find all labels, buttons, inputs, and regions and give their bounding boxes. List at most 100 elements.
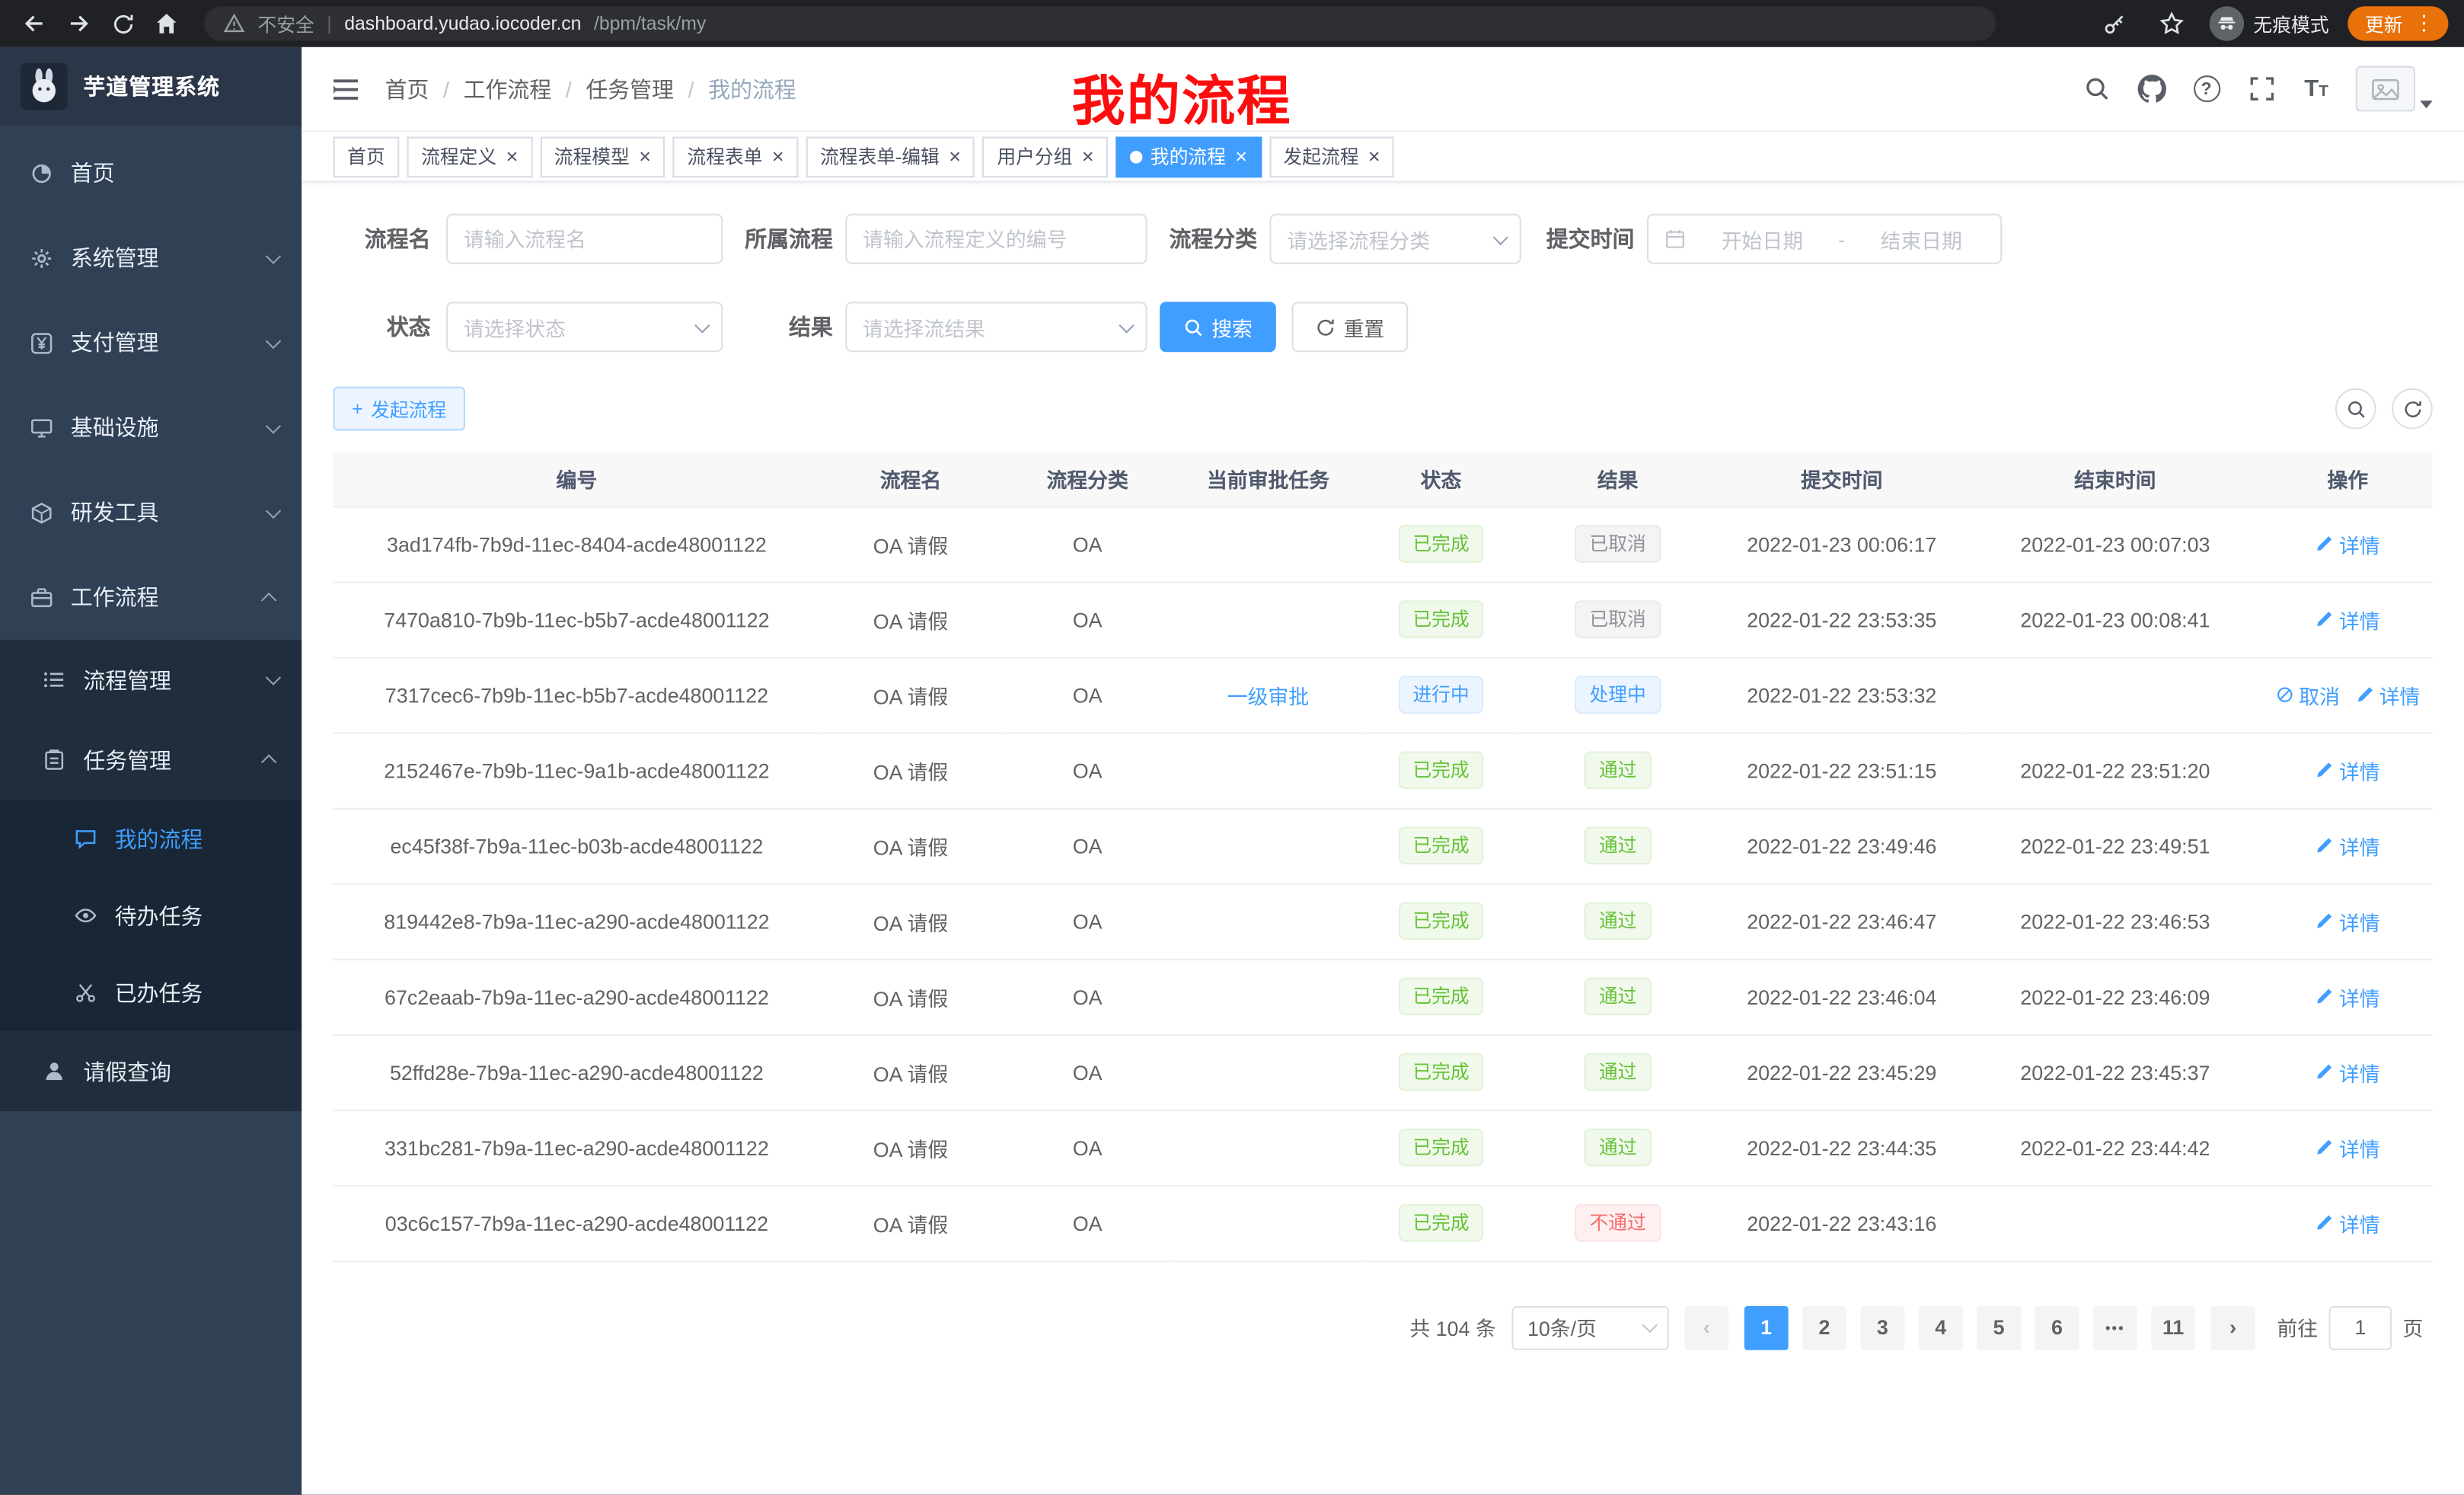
detail-link[interactable]: 详情 (2316, 1057, 2380, 1087)
page-button-6[interactable]: 6 (2035, 1305, 2079, 1350)
breadcrumb-item[interactable]: 首页 (385, 73, 429, 104)
bookmark-star-icon[interactable] (2153, 5, 2191, 43)
reset-button-label: 重置 (1344, 312, 1385, 342)
create-process-button[interactable]: + 发起流程 (334, 387, 465, 431)
tab-close-icon[interactable]: × (1368, 146, 1380, 167)
help-icon[interactable]: ? (2191, 73, 2222, 104)
edit-icon (2316, 987, 2335, 1006)
app-logo[interactable]: 芋道管理系统 (0, 47, 302, 126)
edit-icon (2356, 685, 2375, 704)
search-button[interactable]: 搜索 (1160, 302, 1276, 352)
breadcrumb-item[interactable]: 工作流程 (464, 73, 552, 104)
page-button-1[interactable]: 1 (1744, 1305, 1789, 1350)
result-tag: 通过 (1585, 1129, 1651, 1167)
tab-4[interactable]: 流程表单× (673, 136, 798, 177)
tab-close-icon[interactable]: × (1235, 146, 1247, 167)
detail-link[interactable]: 详情 (2316, 605, 2380, 634)
cancel-link[interactable]: 取消 (2275, 680, 2340, 710)
sidebar-item-my-process[interactable]: 我的流程 (0, 800, 302, 877)
process-name-cell: OA 请假 (820, 582, 1001, 657)
search-icon[interactable] (2080, 73, 2111, 104)
status-label: 状态 (340, 311, 431, 343)
font-size-icon[interactable]: TT (2300, 73, 2332, 104)
page-button-3[interactable]: 3 (1860, 1305, 1904, 1350)
page-more-button[interactable]: ••• (2093, 1305, 2137, 1350)
tab-3[interactable]: 流程模型× (540, 136, 665, 177)
password-key-icon[interactable] (2096, 5, 2134, 43)
page-size-value: 10条/页 (1527, 1312, 1597, 1342)
tab-close-icon[interactable]: × (772, 146, 784, 167)
detail-link[interactable]: 详情 (2316, 755, 2380, 785)
tab-close-icon[interactable]: × (639, 146, 651, 167)
process-name-input[interactable] (464, 227, 706, 251)
reload-icon[interactable] (104, 5, 142, 43)
page-button-11[interactable]: 11 (2151, 1305, 2195, 1350)
sidebar-item-infrastructure[interactable]: 基础设施 (0, 385, 302, 470)
fullscreen-icon[interactable] (2245, 73, 2277, 104)
sidebar-item-home[interactable]: 首页 (0, 130, 302, 215)
refresh-table-button[interactable] (2392, 388, 2433, 430)
tab-1[interactable]: 首页 (334, 136, 400, 177)
update-button[interactable]: 更新 ⋮ (2348, 6, 2448, 40)
result-select[interactable]: 请选择流结果 (845, 302, 1147, 352)
sidebar-item-devtools[interactable]: 研发工具 (0, 470, 302, 554)
goto-page-input[interactable] (2329, 1305, 2392, 1350)
hamburger-icon[interactable] (330, 73, 361, 104)
tab-7[interactable]: 我的流程× (1116, 136, 1261, 177)
process-id-cell: 3ad174fb-7b9d-11ec-8404-acde48001122 (334, 506, 821, 582)
tab-6[interactable]: 用户分组× (983, 136, 1108, 177)
sidebar-item-task-mgmt[interactable]: 任务管理 (0, 720, 302, 800)
sidebar-item-payment[interactable]: 支付管理 (0, 300, 302, 385)
forward-icon[interactable] (59, 5, 97, 43)
sidebar-item-system[interactable]: 系统管理 (0, 216, 302, 300)
back-icon[interactable] (16, 5, 54, 43)
reset-button[interactable]: 重置 (1291, 302, 1408, 352)
tab-close-icon[interactable]: × (1082, 146, 1094, 167)
avatar-image (2356, 66, 2415, 112)
category-select[interactable]: 请选择流程分类 (1270, 214, 1521, 264)
sidebar-item-workflow[interactable]: 工作流程 (0, 555, 302, 640)
tab-5[interactable]: 流程表单-编辑× (806, 136, 975, 177)
detail-link[interactable]: 详情 (2316, 529, 2380, 558)
process-id-cell: 7317cec6-7b9b-11ec-b5b7-acde48001122 (334, 657, 821, 733)
github-icon[interactable] (2136, 73, 2167, 104)
submit-time-range-input[interactable]: 开始日期 - 结束日期 (1647, 214, 2002, 264)
column-header: 提交时间 (1716, 452, 1968, 506)
page-button-4[interactable]: 4 (1919, 1305, 1963, 1350)
prev-page-button[interactable]: ‹ (1684, 1305, 1728, 1350)
detail-link[interactable]: 详情 (2316, 906, 2380, 936)
detail-link[interactable]: 详情 (2356, 680, 2421, 710)
sidebar-item-todo-tasks[interactable]: 待办任务 (0, 877, 302, 954)
breadcrumb-item[interactable]: 任务管理 (586, 73, 674, 104)
toggle-search-button[interactable] (2335, 388, 2376, 430)
font-size-large-glyph: T (2304, 77, 2319, 101)
column-header: 当前审批任务 (1174, 452, 1363, 506)
browser-menu-dots-icon[interactable]: ⋮ (2414, 11, 2434, 36)
home-icon[interactable] (148, 5, 186, 43)
tab-close-icon[interactable]: × (949, 146, 961, 167)
sidebar-item-leave-query[interactable]: 请假查询 (0, 1031, 302, 1111)
detail-link[interactable]: 详情 (2316, 1132, 2380, 1162)
address-bar[interactable]: 不安全 | dashboard.yudao.iocoder.cn/bpm/tas… (204, 6, 1996, 40)
page-button-5[interactable]: 5 (1977, 1305, 2021, 1350)
task-link[interactable]: 一级审批 (1227, 685, 1309, 708)
process-def-input[interactable] (863, 227, 1130, 251)
next-page-button[interactable]: › (2211, 1305, 2255, 1350)
sidebar-item-done-tasks[interactable]: 已办任务 (0, 954, 302, 1031)
sidebar-item-process-mgmt[interactable]: 流程管理 (0, 640, 302, 720)
detail-link[interactable]: 详情 (2316, 982, 2380, 1011)
process-name-cell: OA 请假 (820, 1034, 1001, 1110)
detail-link[interactable]: 详情 (2316, 1208, 2380, 1238)
page-button-2[interactable]: 2 (1802, 1305, 1846, 1350)
screen: 不安全 | dashboard.yudao.iocoder.cn/bpm/tas… (0, 0, 2464, 1495)
tab-8[interactable]: 发起流程× (1269, 136, 1394, 177)
sidebar-item-label: 支付管理 (71, 327, 159, 358)
tab-2[interactable]: 流程定义× (407, 136, 532, 177)
page-size-select[interactable]: 10条/页 (1511, 1305, 1668, 1350)
column-header: 结果 (1520, 452, 1716, 506)
status-select[interactable]: 请选择状态 (446, 302, 723, 352)
status-tag: 已完成 (1399, 1129, 1483, 1167)
tab-close-icon[interactable]: × (506, 146, 519, 167)
user-avatar[interactable] (2356, 66, 2433, 112)
detail-link[interactable]: 详情 (2316, 831, 2380, 861)
